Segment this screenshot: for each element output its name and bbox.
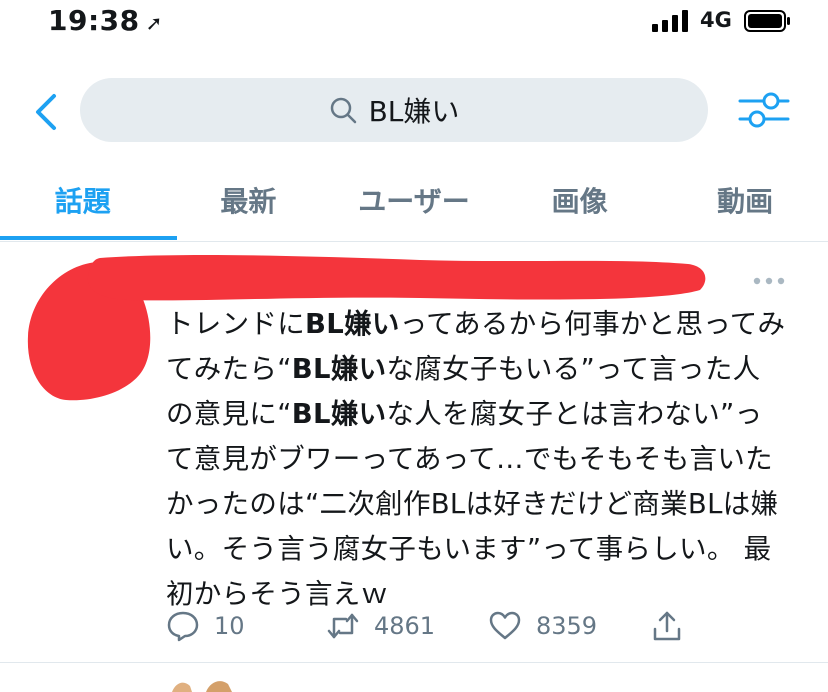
like-count: 8359 — [536, 612, 598, 640]
share-icon — [653, 611, 681, 641]
tab-users[interactable]: ユーザー — [331, 160, 497, 240]
network-type: 4G — [700, 8, 732, 32]
more-options-icon[interactable] — [752, 276, 786, 286]
retweet-count: 4861 — [374, 612, 436, 640]
tweet-text-highlight: BL嫌い — [291, 353, 387, 385]
search-query: BL嫌い — [368, 95, 460, 128]
search-icon — [330, 97, 356, 124]
reply-count: 10 — [214, 612, 245, 640]
heart-icon — [489, 611, 521, 640]
next-tweet-avatar-partial — [172, 681, 232, 692]
like-button[interactable]: 8359 — [488, 604, 597, 648]
location-arrow-icon: ➚ — [145, 11, 163, 35]
share-button[interactable] — [650, 604, 684, 648]
signal-icon — [652, 10, 688, 32]
search-input[interactable]: BL嫌い — [80, 78, 708, 142]
name-redaction — [87, 254, 706, 301]
retweet-icon — [327, 613, 359, 639]
tab-latest[interactable]: 最新 — [166, 160, 332, 240]
reply-icon — [167, 611, 199, 642]
divider — [0, 662, 828, 663]
tweet-text: トレンドにBL嫌いってあるから何事かと思ってみてみたら“BL嫌いな腐女子もいる”… — [166, 302, 786, 617]
tweet-actions: 10 4861 8359 — [166, 604, 706, 648]
back-arrow-icon[interactable] — [32, 92, 62, 132]
tweet-text-highlight: BL嫌い — [291, 398, 387, 430]
tab-images[interactable]: 画像 — [497, 160, 663, 240]
tab-top[interactable]: 話題 — [0, 160, 166, 240]
retweet-button[interactable]: 4861 — [326, 604, 435, 648]
filter-settings-icon[interactable] — [738, 90, 790, 130]
tweet-text-highlight: BL嫌い — [305, 308, 400, 340]
search-tabs: 話題 最新 ユーザー 画像 動画 — [0, 160, 828, 240]
status-bar: 19:38 ➚ 4G — [0, 0, 828, 44]
reply-button[interactable]: 10 — [166, 604, 245, 648]
tweet-text-part: トレンドに — [166, 308, 305, 340]
battery-icon — [744, 10, 790, 32]
tab-videos[interactable]: 動画 — [662, 160, 828, 240]
active-tab-indicator — [0, 236, 177, 240]
status-time: 19:38 ➚ — [48, 4, 163, 37]
